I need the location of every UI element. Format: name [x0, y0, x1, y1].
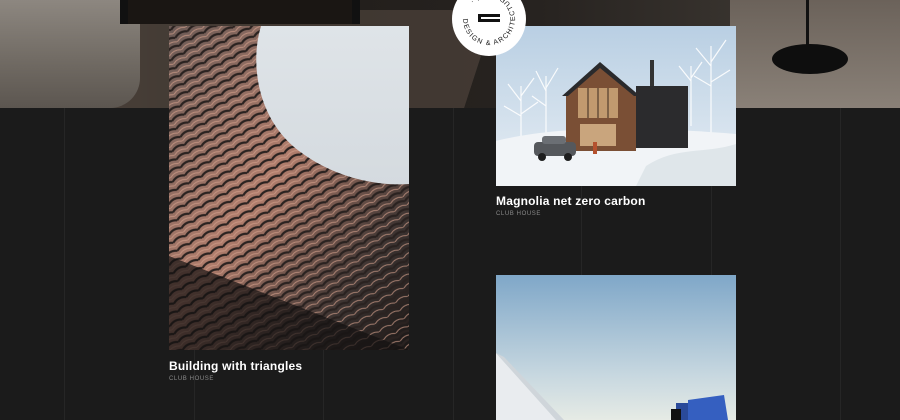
facade-artwork [169, 26, 409, 350]
coffee-table-shape [120, 0, 360, 24]
project-image-building-triangles[interactable] [169, 26, 409, 350]
grid-line [64, 108, 65, 420]
project-title[interactable]: Magnolia net zero carbon [496, 194, 646, 208]
logo-mark-icon [478, 14, 500, 22]
table-leg [120, 0, 128, 24]
grid-line [840, 108, 841, 420]
project-title[interactable]: Building with triangles [169, 359, 302, 373]
project-category: CLUB HOUSE [169, 376, 215, 382]
hero-banner [0, 0, 900, 108]
project-image-modern-building[interactable] [496, 275, 736, 420]
table-leg [352, 0, 360, 24]
lamp-base [772, 44, 848, 74]
grid-line [453, 108, 454, 420]
badge-ring-text: DESIGN & ARCHITECTURE · UK · [461, 0, 516, 47]
snow-house-artwork [496, 26, 736, 186]
brand-badge[interactable]: DESIGN & ARCHITECTURE · UK · [452, 0, 526, 56]
badge-artwork: DESIGN & ARCHITECTURE · UK · [461, 0, 517, 47]
sofa-shape [0, 0, 140, 108]
project-category: CLUB HOUSE [496, 211, 542, 217]
modern-building-artwork [496, 275, 736, 420]
svg-text:DESIGN & ARCHITECTURE · UK ·: DESIGN & ARCHITECTURE · UK · [461, 0, 517, 47]
project-image-magnolia[interactable] [496, 26, 736, 186]
